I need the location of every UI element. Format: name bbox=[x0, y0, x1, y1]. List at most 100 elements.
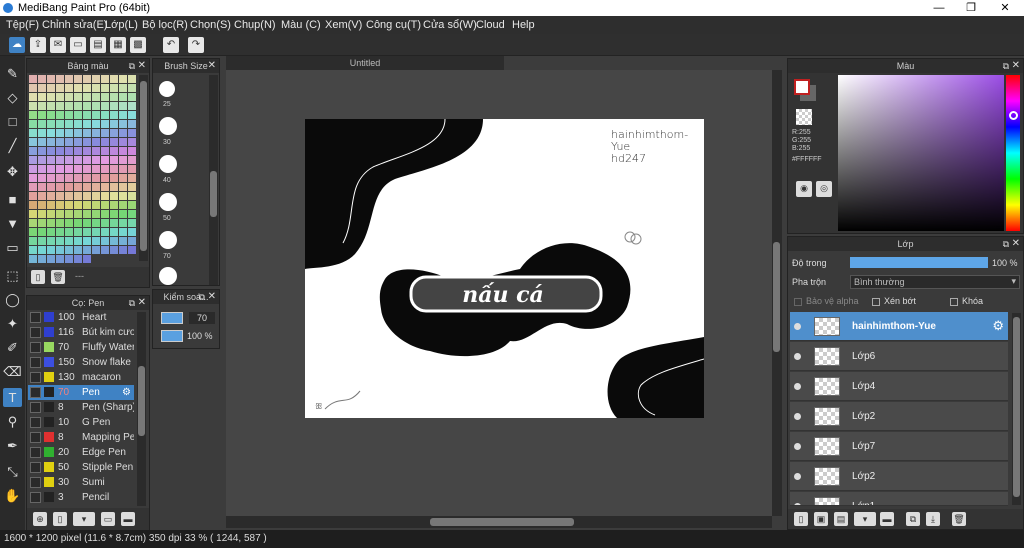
palette-swatch[interactable] bbox=[110, 138, 118, 146]
palette-swatch[interactable] bbox=[110, 192, 118, 200]
menu-window[interactable]: Cửa sổ(W) bbox=[423, 16, 477, 34]
palette-swatch[interactable] bbox=[101, 147, 109, 155]
palette-swatch[interactable] bbox=[83, 156, 91, 164]
menu-file[interactable]: Tệp(F) bbox=[6, 16, 39, 34]
palette-swatch[interactable] bbox=[74, 237, 82, 245]
palette-swatch[interactable] bbox=[119, 219, 127, 227]
brush-item-checkbox[interactable] bbox=[30, 327, 41, 338]
palette-swatch[interactable] bbox=[92, 165, 100, 173]
dot-tool-icon[interactable]: □ bbox=[3, 112, 22, 131]
palette-swatch[interactable] bbox=[92, 75, 100, 83]
brush-list-item[interactable]: 3 Pencil bbox=[28, 490, 134, 505]
palette-swatch[interactable] bbox=[74, 102, 82, 110]
brush-list-item[interactable]: 70 Pen ⚙ bbox=[28, 385, 134, 400]
palette-swatch[interactable] bbox=[92, 84, 100, 92]
brush-item-checkbox[interactable] bbox=[30, 372, 41, 383]
palette-swatch[interactable] bbox=[101, 75, 109, 83]
palette-swatch[interactable] bbox=[47, 237, 55, 245]
float-icon[interactable]: ⧉ bbox=[129, 296, 135, 310]
palette-swatch[interactable] bbox=[56, 237, 64, 245]
select-pen-tool-icon[interactable]: ✐ bbox=[3, 338, 22, 357]
palette-swatch[interactable] bbox=[92, 111, 100, 119]
palette-swatch[interactable] bbox=[128, 246, 136, 254]
layer-opacity-slider[interactable] bbox=[850, 257, 988, 268]
brush-size-option[interactable] bbox=[159, 193, 177, 211]
palette-swatch[interactable] bbox=[47, 219, 55, 227]
merge-layer-icon[interactable]: ⤓ bbox=[926, 512, 940, 526]
canvas-hscrollbar[interactable] bbox=[226, 516, 772, 528]
palette-swatch[interactable] bbox=[38, 147, 46, 155]
float-icon[interactable]: ⧉ bbox=[1003, 59, 1009, 73]
move-tool-icon[interactable]: ✥ bbox=[3, 162, 22, 181]
palette-swatch[interactable] bbox=[74, 183, 82, 191]
palette-swatch[interactable] bbox=[65, 237, 73, 245]
palette-swatch[interactable] bbox=[65, 165, 73, 173]
palette-swatch[interactable] bbox=[65, 228, 73, 236]
layer-menu-icon[interactable]: ▾ bbox=[854, 512, 876, 526]
palette-swatch[interactable] bbox=[128, 93, 136, 101]
palette-swatch[interactable] bbox=[56, 120, 64, 128]
fill-rect-tool-icon[interactable]: ■ bbox=[3, 190, 22, 209]
palette-swatch[interactable] bbox=[83, 102, 91, 110]
palette-swatch[interactable] bbox=[65, 147, 73, 155]
palette-swatch[interactable] bbox=[101, 102, 109, 110]
palette-swatch[interactable] bbox=[38, 255, 46, 263]
brush-size-option[interactable] bbox=[159, 117, 177, 135]
palette-swatch[interactable] bbox=[110, 93, 118, 101]
brush-item-checkbox[interactable] bbox=[30, 357, 41, 368]
menu-select[interactable]: Chọn(S) bbox=[190, 16, 231, 34]
palette-swatch[interactable] bbox=[128, 183, 136, 191]
brush-size-option[interactable] bbox=[159, 155, 177, 173]
palette-swatch[interactable] bbox=[92, 138, 100, 146]
palette-swatch[interactable] bbox=[29, 93, 37, 101]
palette-swatch[interactable] bbox=[56, 102, 64, 110]
palette-swatch[interactable] bbox=[47, 210, 55, 218]
minimize-button[interactable]: — bbox=[924, 0, 954, 16]
operation-tool-icon[interactable]: ⤡ bbox=[3, 462, 22, 481]
palette-swatch[interactable] bbox=[56, 192, 64, 200]
palette-swatch[interactable] bbox=[65, 246, 73, 254]
palette-swatch[interactable] bbox=[101, 156, 109, 164]
maximize-button[interactable]: ❐ bbox=[956, 0, 986, 16]
palette-swatch[interactable] bbox=[119, 183, 127, 191]
menu-filter[interactable]: Bộ lọc(R) bbox=[142, 16, 188, 34]
palette-swatch[interactable] bbox=[119, 75, 127, 83]
layer-row[interactable]: Lớp6 bbox=[790, 342, 1008, 371]
palette-swatch[interactable] bbox=[47, 165, 55, 173]
palette-swatch[interactable] bbox=[119, 228, 127, 236]
close-button[interactable]: ✕ bbox=[990, 0, 1020, 16]
palette-swatch[interactable] bbox=[74, 93, 82, 101]
delete-layer-icon[interactable]: 🗑 bbox=[952, 512, 966, 526]
palette-swatch[interactable] bbox=[56, 201, 64, 209]
palette-swatch[interactable] bbox=[119, 192, 127, 200]
palette-swatch[interactable] bbox=[74, 111, 82, 119]
transparent-color-swatch[interactable] bbox=[796, 109, 812, 125]
palette-swatch[interactable] bbox=[119, 84, 127, 92]
palette-swatch[interactable] bbox=[38, 174, 46, 182]
palette-swatch[interactable] bbox=[110, 237, 118, 245]
gear-icon[interactable]: ⚙ bbox=[992, 318, 1004, 334]
palette-swatch[interactable] bbox=[92, 93, 100, 101]
gear-icon[interactable]: ⚙ bbox=[122, 385, 131, 400]
palette-swatch[interactable] bbox=[110, 165, 118, 173]
palette-swatch[interactable] bbox=[29, 84, 37, 92]
palette-swatch[interactable] bbox=[83, 183, 91, 191]
brush-item-checkbox[interactable] bbox=[30, 402, 41, 413]
palette-swatch[interactable] bbox=[38, 75, 46, 83]
palette-swatch[interactable] bbox=[38, 219, 46, 227]
palette-swatch[interactable] bbox=[47, 201, 55, 209]
palette-swatch[interactable] bbox=[74, 138, 82, 146]
palette-swatch[interactable] bbox=[101, 219, 109, 227]
palette-swatch[interactable] bbox=[101, 111, 109, 119]
brush-item-checkbox[interactable] bbox=[30, 312, 41, 323]
palette-swatch[interactable] bbox=[74, 147, 82, 155]
brush-list-item[interactable]: 20 Edge Pen bbox=[28, 445, 134, 460]
palette-swatch[interactable] bbox=[119, 129, 127, 137]
folder-icon[interactable]: ▬ bbox=[121, 512, 135, 526]
palette-swatch[interactable] bbox=[65, 138, 73, 146]
brush-tool-icon[interactable]: ✎ bbox=[3, 64, 22, 83]
palette-swatch[interactable] bbox=[110, 183, 118, 191]
palette-swatch[interactable] bbox=[38, 246, 46, 254]
palette-swatch[interactable] bbox=[92, 120, 100, 128]
palette-swatch[interactable] bbox=[83, 120, 91, 128]
